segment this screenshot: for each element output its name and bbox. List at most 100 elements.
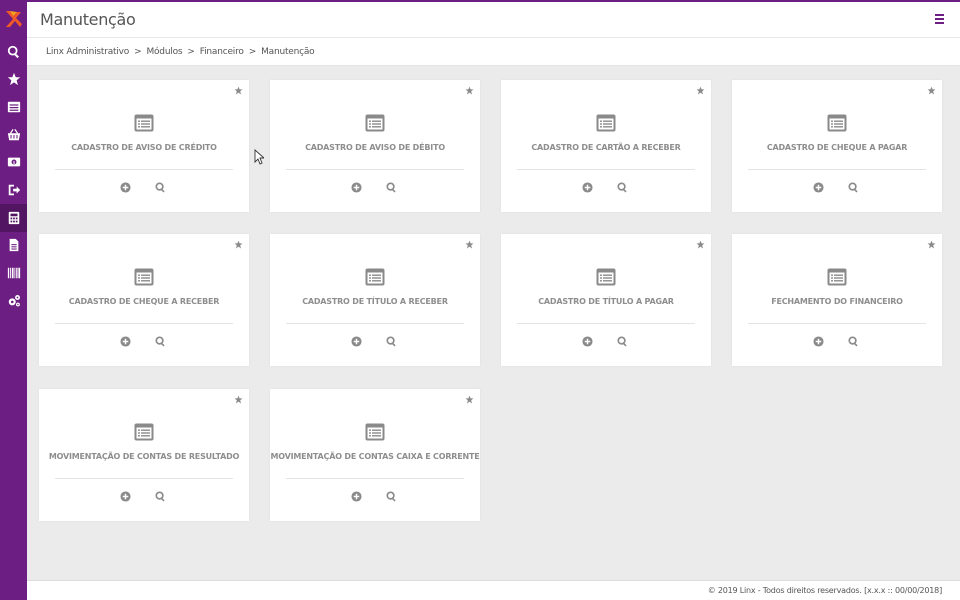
search-icon[interactable] [617, 336, 628, 347]
sign-out-icon [8, 184, 20, 196]
card-divider [55, 478, 233, 479]
card-divider [517, 323, 695, 324]
calculator-icon [8, 211, 19, 225]
card-divider [286, 478, 464, 479]
favorite-star-icon[interactable] [927, 240, 936, 249]
search-icon[interactable] [155, 491, 166, 502]
sidebar-item-settings[interactable] [0, 287, 27, 315]
card-title: CADASTRO DE TÍTULO A RECEBER [302, 297, 448, 306]
breadcrumb-item-linx-administrativo[interactable]: Linx Administrativo [46, 47, 129, 57]
breadcrumb-item-financeiro[interactable]: Financeiro [200, 47, 244, 57]
module-card[interactable]: FECHAMENTO DO FINANCEIRO [732, 234, 942, 366]
add-icon[interactable] [813, 336, 824, 347]
card-divider [286, 323, 464, 324]
table-document-icon [827, 268, 847, 286]
card-title: FECHAMENTO DO FINANCEIRO [771, 297, 903, 306]
module-card[interactable]: CADASTRO DE TÍTULO A RECEBER [270, 234, 480, 366]
gears-icon [8, 295, 20, 307]
table-document-icon [365, 114, 385, 132]
card-divider [748, 169, 926, 170]
sidebar-item-favorites[interactable] [0, 65, 27, 93]
card-divider [748, 323, 926, 324]
favorite-star-icon[interactable] [465, 395, 474, 404]
add-icon[interactable] [120, 491, 131, 502]
svg-text:$: $ [12, 160, 15, 166]
favorite-star-icon[interactable] [465, 86, 474, 95]
module-card[interactable]: CADASTRO DE AVISO DE DÉBITO [270, 80, 480, 212]
breadcrumb-item-modulos[interactable]: Módulos [146, 47, 182, 57]
sidebar-item-money[interactable]: $ [0, 148, 27, 176]
table-document-icon [596, 114, 616, 132]
search-icon[interactable] [386, 491, 397, 502]
table-document-icon [596, 268, 616, 286]
search-icon[interactable] [386, 182, 397, 193]
favorite-star-icon[interactable] [234, 240, 243, 249]
table-document-icon [134, 114, 154, 132]
search-icon[interactable] [617, 182, 628, 193]
add-icon[interactable] [351, 491, 362, 502]
table-document-icon [365, 268, 385, 286]
sidebar: $ [0, 0, 27, 600]
sidebar-item-shopping[interactable] [0, 121, 27, 149]
sidebar-item-documents[interactable] [0, 231, 27, 259]
search-icon[interactable] [848, 182, 859, 193]
star-icon [7, 72, 20, 86]
sidebar-item-search[interactable] [0, 38, 27, 66]
add-icon[interactable] [351, 182, 362, 193]
favorite-star-icon[interactable] [927, 86, 936, 95]
favorite-star-icon[interactable] [234, 395, 243, 404]
module-card[interactable]: CADASTRO DE CHEQUE A PAGAR [732, 80, 942, 212]
search-icon[interactable] [848, 336, 859, 347]
module-card[interactable]: MOVIMENTAÇÃO DE CONTAS DE RESULTADO [39, 389, 249, 521]
footer: © 2019 Linx - Todos direitos reservados.… [27, 580, 960, 600]
page-title: Manutenção [40, 10, 136, 29]
hamburger-icon[interactable] [935, 14, 944, 24]
module-card[interactable]: CADASTRO DE CHEQUE A RECEBER [39, 234, 249, 366]
breadcrumb-item-manutencao: Manutenção [261, 46, 315, 57]
breadcrumb-separator: > [187, 46, 195, 57]
table-document-icon [827, 114, 847, 132]
sidebar-item-financial[interactable] [0, 204, 27, 232]
add-icon[interactable] [582, 336, 593, 347]
module-card[interactable]: MOVIMENTAÇÃO DE CONTAS CAIXA E CORRENTE [270, 389, 480, 521]
card-divider [55, 169, 233, 170]
breadcrumb-separator: > [248, 46, 257, 57]
add-icon[interactable] [120, 336, 131, 347]
card-title: CADASTRO DE CARTÃO A RECEBER [531, 143, 681, 152]
top-header: Manutenção [27, 0, 960, 38]
search-icon[interactable] [386, 336, 397, 347]
card-divider [55, 323, 233, 324]
sidebar-item-list[interactable] [0, 93, 27, 121]
card-title: CADASTRO DE CHEQUE A PAGAR [766, 143, 908, 152]
mouse-cursor-icon [254, 149, 264, 165]
basket-icon [7, 128, 20, 141]
add-icon[interactable] [582, 182, 593, 193]
table-document-icon [134, 423, 154, 441]
search-icon[interactable] [155, 182, 166, 193]
barcode-icon [7, 267, 20, 279]
module-card[interactable]: CADASTRO DE TÍTULO A PAGAR [501, 234, 711, 366]
add-icon[interactable] [813, 182, 824, 193]
card-title: CADASTRO DE TÍTULO A PAGAR [538, 297, 674, 306]
favorite-star-icon[interactable] [696, 86, 705, 95]
sidebar-item-barcode[interactable] [0, 259, 27, 287]
linx-logo[interactable] [4, 8, 23, 30]
card-title: MOVIMENTAÇÃO DE CONTAS DE RESULTADO [48, 452, 240, 461]
module-card[interactable]: CADASTRO DE AVISO DE CRÉDITO [39, 80, 249, 212]
breadcrumb-separator: > [134, 46, 142, 57]
search-icon[interactable] [155, 336, 166, 347]
card-title: CADASTRO DE AVISO DE CRÉDITO [71, 143, 217, 152]
add-icon[interactable] [120, 182, 131, 193]
card-divider [286, 169, 464, 170]
document-icon [9, 238, 18, 252]
favorite-star-icon[interactable] [696, 240, 705, 249]
sidebar-item-exit[interactable] [0, 176, 27, 204]
favorite-star-icon[interactable] [234, 86, 243, 95]
list-icon [7, 101, 20, 113]
table-document-icon [134, 268, 154, 286]
add-icon[interactable] [351, 336, 362, 347]
favorite-star-icon[interactable] [465, 240, 474, 249]
module-card[interactable]: CADASTRO DE CARTÃO A RECEBER [501, 80, 711, 212]
card-title: MOVIMENTAÇÃO DE CONTAS CAIXA E CORRENTE [270, 452, 480, 461]
card-divider [517, 169, 695, 170]
